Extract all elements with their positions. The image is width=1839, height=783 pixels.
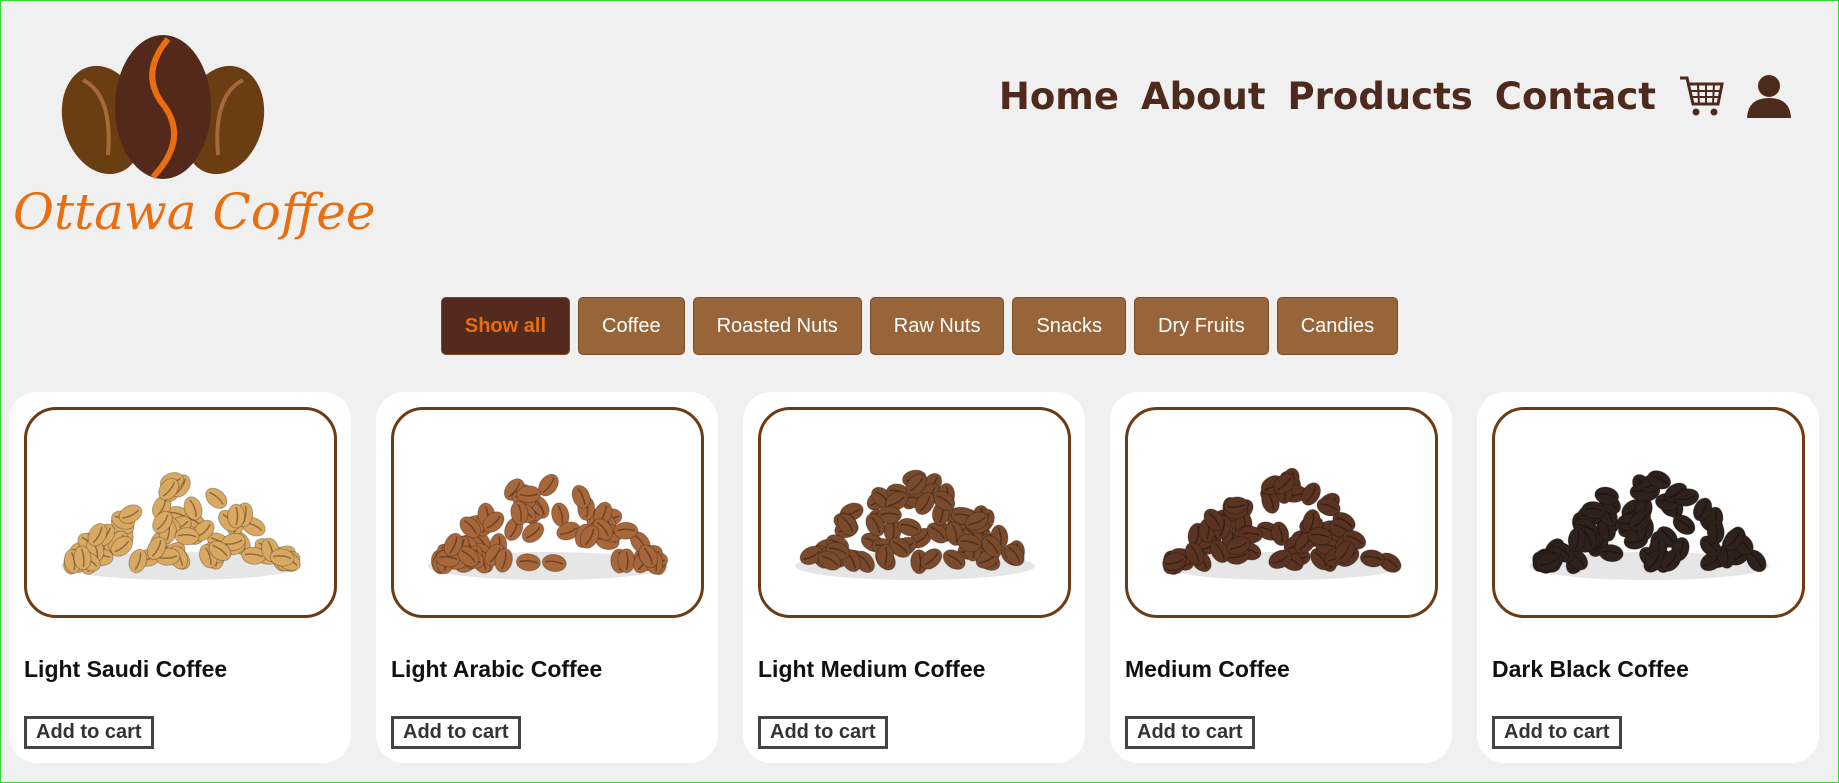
product-title: Light Saudi Coffee — [24, 656, 228, 682]
nav-products[interactable]: Products — [1288, 75, 1473, 118]
product-grid: Light Saudi Coffee Add to cart Light Ara… — [9, 392, 1819, 763]
product-image[interactable] — [24, 407, 337, 618]
filter-candies[interactable]: Candies — [1276, 297, 1399, 355]
coffee-beans-pile — [794, 469, 1035, 580]
add-to-cart-button[interactable]: Add to cart — [1125, 716, 1255, 749]
product-title: Medium Coffee — [1125, 656, 1290, 682]
product-card: Light Arabic Coffee Add to cart — [376, 392, 718, 763]
product-card: Light Medium Coffee Add to cart — [743, 392, 1085, 763]
category-filters: Show all Coffee Roasted Nuts Raw Nuts Sn… — [1, 297, 1838, 355]
add-to-cart-button[interactable]: Add to cart — [24, 716, 154, 749]
product-image[interactable] — [758, 407, 1071, 618]
product-card: Dark Black Coffee Add to cart — [1477, 392, 1819, 763]
nav-about[interactable]: About — [1141, 75, 1266, 118]
filter-snacks[interactable]: Snacks — [1012, 297, 1127, 355]
product-title: Light Medium Coffee — [758, 656, 986, 682]
add-to-cart-button[interactable]: Add to cart — [391, 716, 521, 749]
add-to-cart-button[interactable]: Add to cart — [1492, 716, 1622, 749]
user-icon[interactable] — [1746, 73, 1792, 119]
site-header: Ottawa Coffee Home About Products Contac… — [1, 1, 1838, 261]
filter-raw-nuts[interactable]: Raw Nuts — [869, 297, 1005, 355]
product-image[interactable] — [1125, 407, 1438, 618]
coffee-beans-pile — [427, 473, 668, 580]
product-card: Light Saudi Coffee Add to cart — [9, 392, 351, 763]
coffee-beans-pile — [1528, 469, 1769, 580]
main-nav: Home About Products Contact — [977, 73, 1792, 119]
product-title: Dark Black Coffee — [1492, 656, 1689, 682]
cart-icon[interactable] — [1678, 74, 1724, 118]
filter-show-all[interactable]: Show all — [440, 297, 570, 355]
product-image[interactable] — [1492, 407, 1805, 618]
coffee-beans-pile — [60, 471, 301, 580]
nav-home[interactable]: Home — [999, 75, 1119, 118]
brand-logo[interactable]: Ottawa Coffee — [9, 31, 375, 251]
product-card: Medium Coffee Add to cart — [1110, 392, 1452, 763]
coffee-beans-pile — [1161, 467, 1402, 580]
filter-dry-fruits[interactable]: Dry Fruits — [1134, 297, 1269, 355]
nav-contact[interactable]: Contact — [1495, 75, 1656, 118]
add-to-cart-button[interactable]: Add to cart — [758, 716, 888, 749]
coffee-beans-icon — [61, 35, 265, 180]
brand-name: Ottawa Coffee — [13, 183, 376, 241]
filter-coffee[interactable]: Coffee — [578, 297, 685, 355]
product-title: Light Arabic Coffee — [391, 656, 603, 682]
product-image[interactable] — [391, 407, 704, 618]
filter-roasted-nuts[interactable]: Roasted Nuts — [692, 297, 862, 355]
